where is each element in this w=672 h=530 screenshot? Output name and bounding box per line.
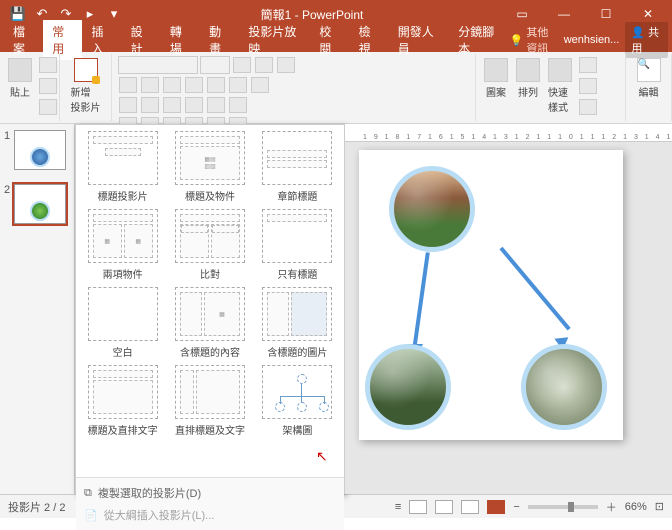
clear-format-button[interactable] <box>277 57 295 73</box>
text-direction-button[interactable] <box>229 97 247 113</box>
layout-label: 兩項物件 <box>82 266 163 281</box>
editing-button[interactable]: 🔍編輯 <box>632 56 665 101</box>
clipboard-icon <box>8 58 32 82</box>
shape-fill-button[interactable] <box>579 57 597 73</box>
layout-option[interactable]: 標題及直排文字 <box>82 365 163 437</box>
shapes-icon <box>484 58 508 82</box>
styles-icon <box>548 58 572 82</box>
layout-option[interactable]: 空白 <box>82 287 163 359</box>
outline-icon: 📄 <box>84 509 98 522</box>
copy-button[interactable] <box>39 78 57 94</box>
layout-label: 標題投影片 <box>82 188 163 203</box>
diagram-connector[interactable] <box>499 247 570 331</box>
font-family-input[interactable] <box>118 56 198 74</box>
grow-font-button[interactable] <box>233 57 251 73</box>
thumb-number: 1 <box>4 130 10 170</box>
user-name[interactable]: wenhsien... <box>564 34 620 46</box>
numbering-button[interactable] <box>141 97 159 113</box>
arrange-button[interactable]: 排列 <box>514 56 542 101</box>
layout-label: 比對 <box>169 266 250 281</box>
bold-button[interactable] <box>119 77 137 93</box>
layout-label: 只有標題 <box>257 266 338 281</box>
cut-button[interactable] <box>39 57 57 73</box>
layout-label: 架構圖 <box>257 422 338 437</box>
layout-label: 標題及直排文字 <box>82 422 163 437</box>
layout-option[interactable]: 標題投影片 <box>82 131 163 203</box>
arrange-icon <box>516 58 540 82</box>
underline-button[interactable] <box>163 77 181 93</box>
italic-button[interactable] <box>141 77 159 93</box>
zoom-in-button[interactable]: ＋ <box>606 499 617 515</box>
layout-label: 標題及物件 <box>169 188 250 203</box>
bullets-button[interactable] <box>119 97 137 113</box>
font-size-input[interactable] <box>200 56 230 74</box>
shadow-button[interactable] <box>207 77 225 93</box>
slide-canvas[interactable] <box>359 150 623 440</box>
share-button[interactable]: 👤 共用 <box>625 22 668 58</box>
diagram-connector[interactable] <box>412 252 430 350</box>
slideshow-view-button[interactable] <box>487 500 505 514</box>
quick-styles-button[interactable]: 快速樣式 <box>546 56 574 116</box>
thumb-preview-icon <box>30 201 50 221</box>
layout-label: 含標題的內容 <box>169 344 250 359</box>
shape-outline-button[interactable] <box>579 78 597 94</box>
zoom-slider[interactable] <box>528 505 598 509</box>
thumbnail-slide[interactable]: 1 <box>4 130 70 170</box>
layout-label: 直排標題及文字 <box>169 422 250 437</box>
fit-to-window-button[interactable]: ⊡ <box>655 500 664 513</box>
normal-view-button[interactable] <box>409 500 427 514</box>
layout-option[interactable]: 直排標題及文字 <box>169 365 250 437</box>
strike-button[interactable] <box>185 77 203 93</box>
font-color-button[interactable] <box>251 77 269 93</box>
diagram-node-image[interactable] <box>365 344 451 430</box>
thumb-preview-icon <box>30 147 50 167</box>
layout-option[interactable]: ▦含標題的內容 <box>169 287 250 359</box>
spacing-button[interactable] <box>229 77 247 93</box>
sorter-view-button[interactable] <box>435 500 453 514</box>
layout-label: 含標題的圖片 <box>257 344 338 359</box>
layout-option[interactable]: 比對 <box>169 209 250 281</box>
zoom-level[interactable]: 66% <box>625 501 647 513</box>
notes-button[interactable]: ≡ <box>395 501 401 513</box>
from-outline-item[interactable]: 📄從大綱插入投影片(L)... <box>82 504 338 526</box>
layout-option[interactable]: ▦▦兩項物件 <box>82 209 163 281</box>
layout-label: 空白 <box>82 344 163 359</box>
diagram-node-image[interactable] <box>389 166 475 252</box>
paste-button[interactable]: 貼上 <box>6 56 34 101</box>
shrink-font-button[interactable] <box>255 57 273 73</box>
lightbulb-icon: 💡 <box>510 34 524 47</box>
layout-option[interactable]: 只有標題 <box>257 209 338 281</box>
shape-effects-button[interactable] <box>579 99 597 115</box>
new-slide-icon <box>74 58 98 82</box>
thumbnail-slide[interactable]: 2 <box>4 184 70 224</box>
layout-label: 章節標題 <box>257 188 338 203</box>
duplicate-slides-item[interactable]: ⧉複製選取的投影片(D) <box>82 482 338 504</box>
format-painter-button[interactable] <box>39 99 57 115</box>
new-slide-layout-gallery: 標題投影片 ▦▤▥▧標題及物件章節標題 ▦▦兩項物件比對只有標題空白 ▦含標題的內容含… <box>75 124 345 494</box>
new-slide-button[interactable]: 新增 投影片 <box>66 56 105 116</box>
indent-inc-button[interactable] <box>185 97 203 113</box>
shapes-button[interactable]: 圖案 <box>482 56 510 101</box>
thumb-number: 2 <box>4 184 10 224</box>
find-icon: 🔍 <box>637 58 661 82</box>
tell-me[interactable]: 💡其他資訊 <box>510 24 558 56</box>
indent-dec-button[interactable] <box>163 97 181 113</box>
layout-option[interactable]: 章節標題 <box>257 131 338 203</box>
zoom-out-button[interactable]: − <box>513 501 519 513</box>
slide-counter[interactable]: 投影片 2 / 2 <box>8 499 65 515</box>
layout-option[interactable]: ▦▤▥▧標題及物件 <box>169 131 250 203</box>
duplicate-icon: ⧉ <box>84 487 92 500</box>
slide-editor[interactable]: 1 9 1 8 1 7 1 6 1 5 1 4 1 3 1 2 1 1 1 0 … <box>345 124 672 494</box>
line-spacing-button[interactable] <box>207 97 225 113</box>
layout-option[interactable]: 含標題的圖片 <box>257 287 338 359</box>
layout-option[interactable]: 架構圖 <box>257 365 338 437</box>
ruler-horizontal: 1 9 1 8 1 7 1 6 1 5 1 4 1 3 1 2 1 1 1 0 … <box>345 124 672 142</box>
slide-thumbnails-panel: 1 2 <box>0 124 75 494</box>
diagram-node-image[interactable] <box>521 344 607 430</box>
reading-view-button[interactable] <box>461 500 479 514</box>
